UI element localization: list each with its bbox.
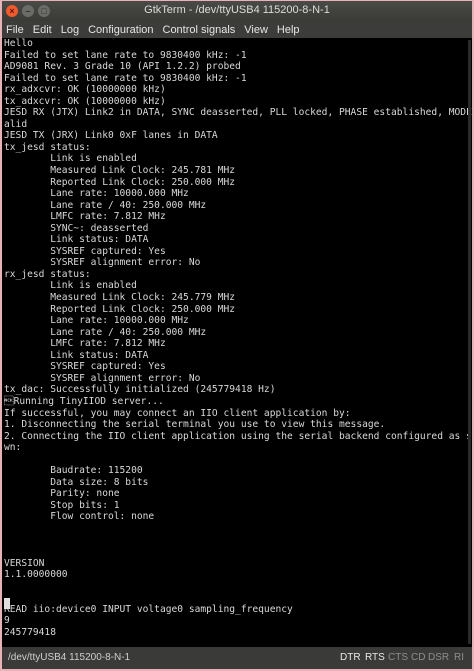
menu-edit[interactable]: Edit [33,24,52,36]
terminal-text: Hello Failed to set lane rate to 9830400… [4,38,472,638]
close-icon[interactable]: × [6,5,18,17]
status-bar: /dev/ttyUSB4 115200-8-N-1 DTR RTS CTS CD… [2,647,472,669]
menu-bar: File Edit Log Configuration Control sign… [2,21,472,38]
window-title: GtkTerm - /dev/ttyUSB4 115200-8-N-1 [144,4,330,16]
title-bar[interactable]: × – □ GtkTerm - /dev/ttyUSB4 115200-8-N-… [2,1,472,21]
signal-dsr: DSR [428,652,450,663]
text-cursor [4,598,10,609]
signal-dtr: DTR [340,652,361,663]
scrollbar[interactable] [468,40,471,644]
port-settings-label: /dev/ttyUSB4 115200-8-N-1 [8,652,131,663]
menu-log[interactable]: Log [61,24,79,36]
minimize-icon[interactable]: – [22,5,34,17]
terminal-output[interactable]: Hello Failed to set lane rate to 9830400… [2,38,472,647]
menu-view[interactable]: View [244,24,268,36]
menu-file[interactable]: File [6,24,24,36]
signal-rts: RTS [365,652,385,663]
signal-cd: CD [411,652,426,663]
menu-configuration[interactable]: Configuration [88,24,153,36]
signal-ri: RI [454,652,464,663]
gtkterm-window: × – □ GtkTerm - /dev/ttyUSB4 115200-8-N-… [2,1,472,669]
menu-help[interactable]: Help [277,24,300,36]
maximize-icon[interactable]: □ [38,5,50,17]
menu-control-signals[interactable]: Control signals [163,24,236,36]
signal-cts: CTS [388,652,408,663]
